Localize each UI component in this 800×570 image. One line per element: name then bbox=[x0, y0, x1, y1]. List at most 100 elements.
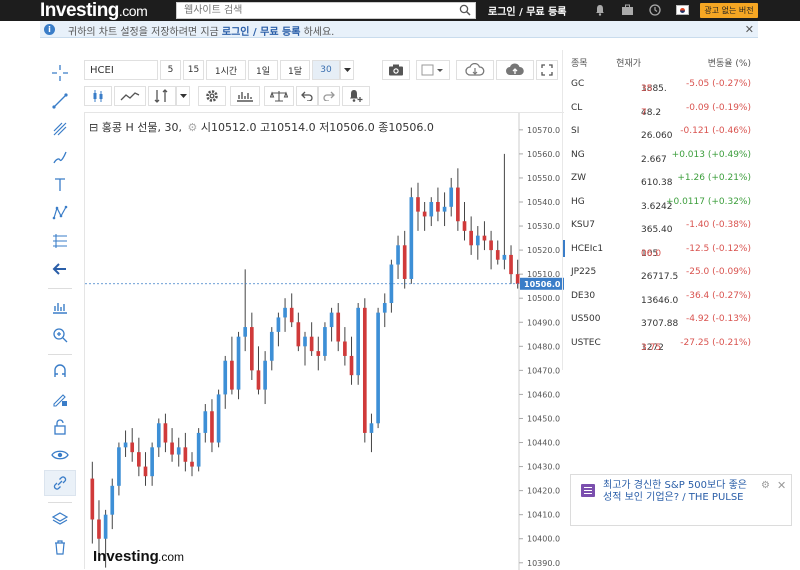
quote-row[interactable]: GC 1885. 35 -5.05 (-0.27%) bbox=[563, 74, 759, 97]
quotes-header: 종목 현재가 변동율 (%) bbox=[563, 56, 759, 70]
zoom-in-tool[interactable] bbox=[44, 322, 76, 348]
interval-15[interactable]: 15 bbox=[183, 60, 204, 80]
chart-canvas[interactable]: 10390.0 10400.0 10410.0 10420.0 10430.0 10440… bbox=[85, 113, 565, 570]
candle-body bbox=[137, 452, 141, 467]
site-search-box[interactable] bbox=[176, 2, 476, 19]
chart-legend: ⊟ 홍콩 H 선물, 30, ⚙ 시10512.0 고10514.0 저1050… bbox=[89, 121, 434, 134]
balance-button[interactable] bbox=[264, 86, 294, 106]
quote-name[interactable]: USTEC bbox=[571, 338, 601, 348]
quote-name[interactable]: NG bbox=[571, 150, 585, 160]
search-input[interactable] bbox=[177, 3, 447, 18]
bell-icon[interactable] bbox=[594, 4, 606, 16]
quote-row[interactable]: DE30 13646.0 -36.4 (-0.27%) bbox=[563, 286, 759, 309]
cloud-load-button[interactable] bbox=[456, 60, 494, 80]
collapse-legend-icon[interactable]: ⊟ bbox=[89, 121, 98, 134]
alert-button[interactable] bbox=[342, 86, 370, 106]
quote-row[interactable]: KSU7 365.40 -1.40 (-0.38%) bbox=[563, 215, 759, 238]
search-icon[interactable] bbox=[459, 4, 471, 16]
quote-name[interactable]: KSU7 bbox=[571, 220, 595, 230]
quote-name[interactable]: CL bbox=[571, 103, 582, 113]
cloud-save-button[interactable] bbox=[496, 60, 534, 80]
templates-button[interactable] bbox=[230, 86, 260, 106]
candle-body bbox=[103, 514, 108, 539]
compare-button[interactable] bbox=[114, 86, 146, 106]
quote-row[interactable]: SI 26.060 -0.121 (-0.46%) bbox=[563, 121, 759, 144]
gear-icon[interactable]: ⚙ bbox=[761, 480, 770, 491]
text-tool[interactable] bbox=[44, 172, 76, 198]
ad-free-version-button[interactable]: 광고 없는 버전 bbox=[700, 3, 758, 18]
measure-tool[interactable] bbox=[44, 228, 76, 254]
pitchfork-icon bbox=[53, 122, 67, 136]
legend-settings-icon[interactable]: ⚙ bbox=[187, 121, 197, 134]
quote-row[interactable]: US500 3707.88 -4.92 (-0.13%) bbox=[563, 309, 759, 332]
indicators-button[interactable] bbox=[148, 86, 176, 106]
quote-row[interactable]: HG 3.6242 +0.0117 (+0.32%) bbox=[563, 192, 759, 215]
candlestick-chart[interactable]: 10390.0 10400.0 10410.0 10420.0 10430.0 10440… bbox=[84, 112, 565, 570]
interval-1h[interactable]: 1시간 bbox=[206, 60, 246, 80]
quote-row[interactable]: HCEIc1 105 06.0 -12.5 (-0.12%) bbox=[562, 239, 759, 262]
unlock-tool[interactable] bbox=[44, 414, 76, 440]
quote-name[interactable]: JP225 bbox=[571, 267, 596, 277]
quote-name[interactable]: ZW bbox=[571, 173, 586, 183]
briefcase-icon[interactable] bbox=[621, 4, 634, 16]
clock-icon[interactable] bbox=[649, 4, 661, 16]
close-icon[interactable]: ✕ bbox=[745, 23, 754, 36]
candle-body bbox=[183, 447, 188, 462]
quote-change: +0.013 (+0.49%) bbox=[671, 149, 751, 160]
quote-name[interactable]: DE30 bbox=[571, 291, 595, 301]
quote-row[interactable]: JP225 26717.5 -25.0 (-0.09%) bbox=[563, 262, 759, 285]
lock-drawing-tool[interactable] bbox=[44, 386, 76, 412]
trend-line-tool[interactable] bbox=[44, 88, 76, 114]
redo-button[interactable] bbox=[318, 86, 340, 106]
quote-row[interactable]: USTEC 1272 3.75 -27.25 (-0.21%) bbox=[563, 333, 759, 356]
link-icon bbox=[53, 476, 67, 490]
interval-1d[interactable]: 1일 bbox=[248, 60, 278, 80]
undo-button[interactable] bbox=[296, 86, 318, 106]
interval-1m[interactable]: 1달 bbox=[280, 60, 310, 80]
interval-30[interactable]: 30 bbox=[312, 60, 340, 80]
crosshair-tool[interactable] bbox=[44, 60, 76, 86]
fullscreen-button[interactable] bbox=[536, 60, 558, 80]
back-tool[interactable] bbox=[44, 256, 76, 282]
redo-icon bbox=[323, 91, 335, 101]
close-icon[interactable]: ✕ bbox=[777, 479, 786, 492]
brush-tool[interactable] bbox=[44, 144, 76, 170]
chart-type-button[interactable] bbox=[84, 86, 112, 106]
korea-flag-icon[interactable] bbox=[676, 5, 689, 15]
notice-login-link[interactable]: 로그인 / 무료 등록 bbox=[222, 27, 301, 38]
sync-drawings-tool[interactable] bbox=[44, 470, 76, 496]
quote-change: -12.5 (-0.12%) bbox=[685, 243, 751, 254]
investing-logo[interactable]: Investing.com bbox=[40, 0, 148, 21]
login-register-link[interactable]: 로그인 / 무료 등록 bbox=[488, 3, 567, 18]
quote-row[interactable]: ZW 610.38 +1.26 (+0.21%) bbox=[563, 168, 759, 191]
visibility-tool[interactable] bbox=[44, 442, 76, 468]
candle-body bbox=[396, 245, 400, 265]
indicators-dropdown[interactable] bbox=[176, 86, 190, 106]
candle-body bbox=[90, 478, 95, 520]
quote-name[interactable]: HCEIc1 bbox=[562, 239, 603, 257]
article-title[interactable]: 최고가 경신한 S&P 500보다 좋은 성적 보인 기업은? / THE PU… bbox=[603, 480, 759, 504]
price-axis-label: 10390.0 bbox=[527, 559, 560, 568]
interval-dropdown[interactable] bbox=[340, 60, 354, 80]
quote-name[interactable]: GC bbox=[571, 79, 584, 89]
candle-body bbox=[296, 322, 301, 347]
interval-5[interactable]: 5 bbox=[160, 60, 181, 80]
pattern-tool[interactable] bbox=[44, 200, 76, 226]
delete-drawings-tool[interactable] bbox=[44, 534, 76, 560]
zoom-range-tool[interactable] bbox=[44, 294, 76, 320]
quote-row[interactable]: NG 2.667 +0.013 (+0.49%) bbox=[563, 145, 759, 168]
news-article-card[interactable]: 최고가 경신한 S&P 500보다 좋은 성적 보인 기업은? / THE PU… bbox=[570, 474, 792, 526]
screenshot-button[interactable] bbox=[382, 60, 410, 80]
settings-button[interactable] bbox=[198, 86, 226, 106]
quote-name[interactable]: US500 bbox=[571, 314, 600, 324]
object-tree-tool[interactable] bbox=[44, 506, 76, 532]
magnet-tool[interactable] bbox=[44, 358, 76, 384]
toolbar-divider bbox=[48, 502, 72, 503]
quote-name[interactable]: HG bbox=[571, 197, 585, 207]
quote-row[interactable]: CL 48.2 7 -0.09 (-0.19%) bbox=[563, 98, 759, 121]
symbol-input[interactable]: HCEI bbox=[84, 60, 158, 80]
color-picker-button[interactable] bbox=[416, 60, 450, 80]
toolbar-divider bbox=[48, 354, 72, 355]
quote-name[interactable]: SI bbox=[571, 126, 579, 136]
fib-tool[interactable] bbox=[44, 116, 76, 142]
